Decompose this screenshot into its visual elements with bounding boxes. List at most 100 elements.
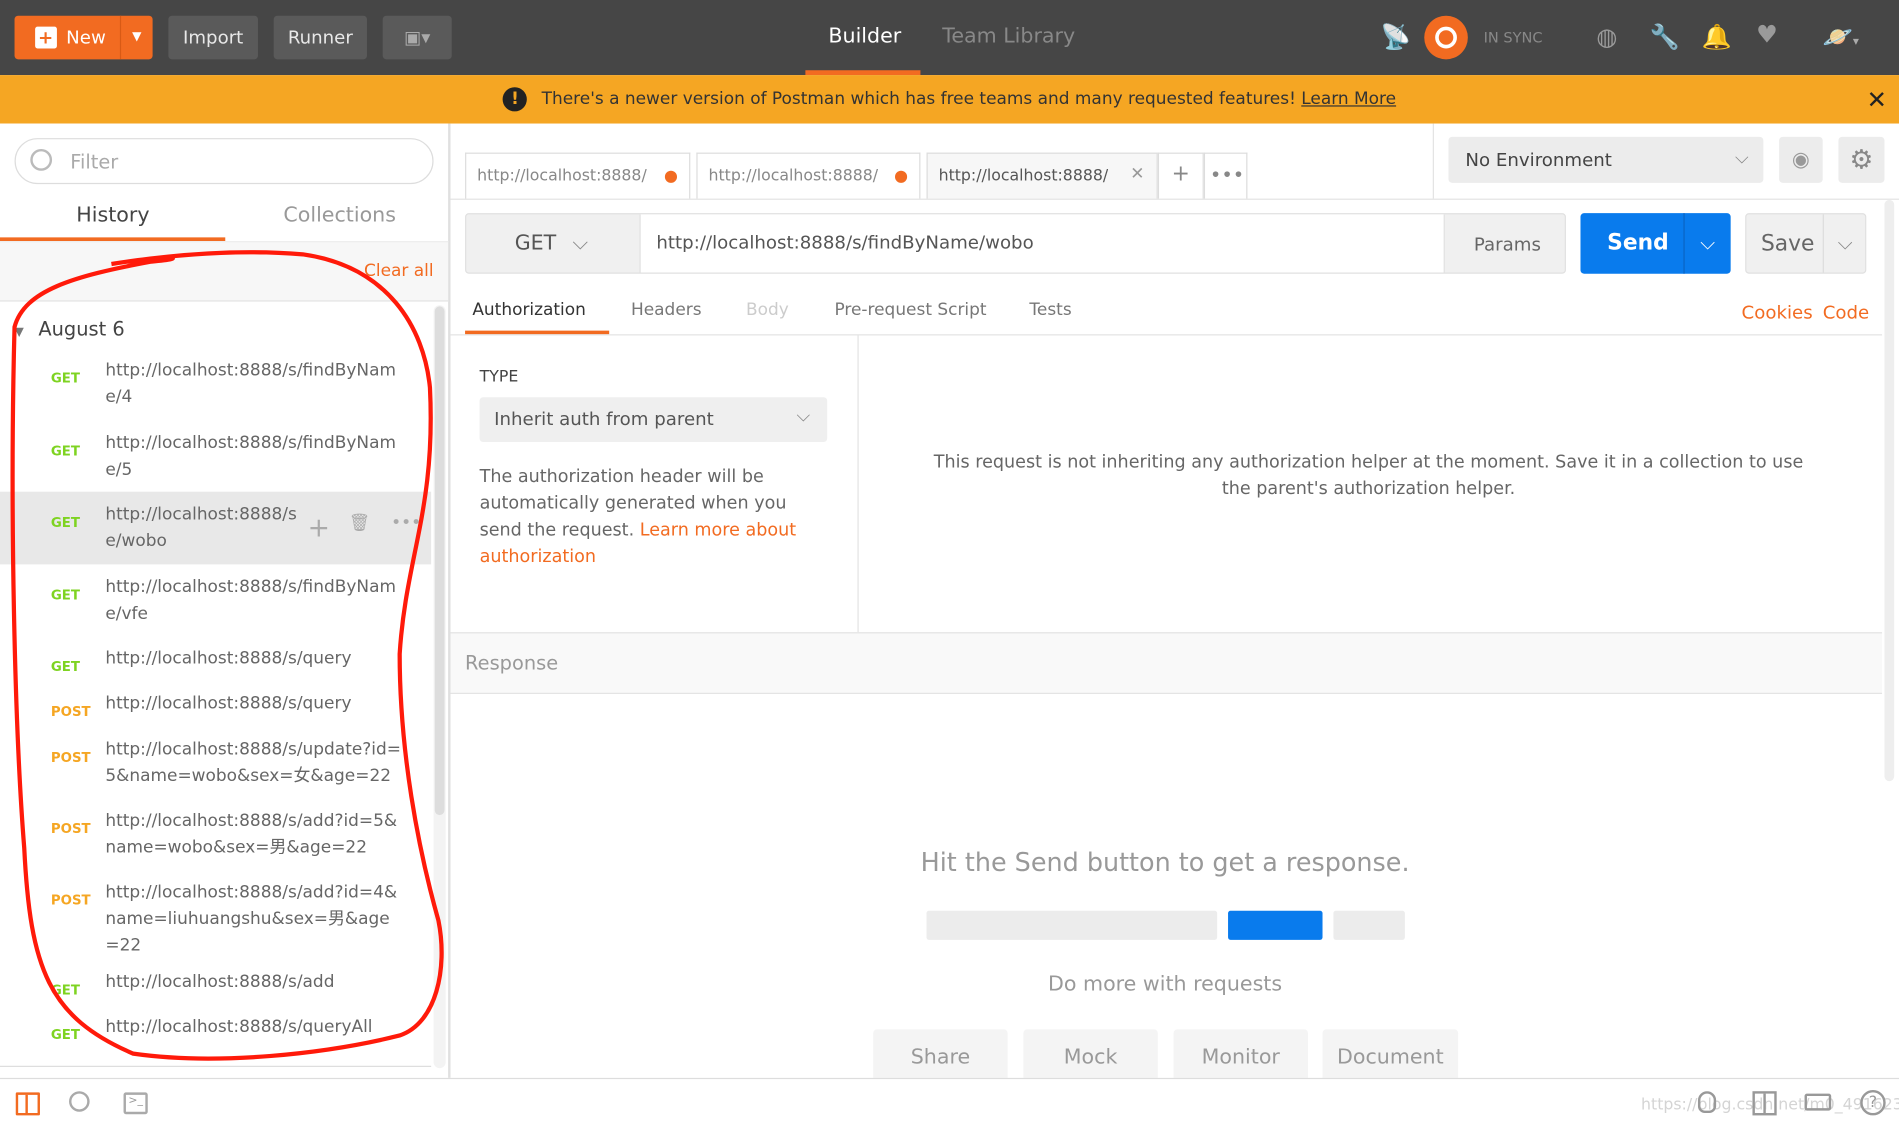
history-item[interactable]: GET http://localhost:8888/s/findByName/vf… [0, 576, 431, 644]
sidebar-toggle-icon[interactable] [15, 1092, 40, 1116]
caret-down-icon: ▼ [14, 325, 24, 340]
url-input[interactable]: http://localhost:8888/s/findByName/wobo [639, 214, 1445, 273]
send-dropdown-icon[interactable]: ⌵ [1683, 213, 1730, 274]
chevron-down-icon: ⌵ [1735, 146, 1749, 169]
history-item[interactable]: POST http://localhost:8888/s/add?id=5&nam… [0, 810, 431, 878]
environment-select[interactable]: No Environment ⌵ [1448, 136, 1764, 183]
history-url: http://localhost:8888/s/add [105, 972, 335, 992]
lightbulb-icon[interactable] [1697, 1091, 1717, 1114]
search-icon[interactable] [69, 1091, 90, 1112]
history-url: http://localhost:8888/s/update?id=5&name… [105, 739, 401, 787]
clear-all-link[interactable]: Clear all [364, 262, 434, 281]
top-bar: + New ▼ Import Runner ▣▾ Builder Team Li… [0, 0, 1899, 76]
tab-builder[interactable]: Builder [828, 24, 901, 48]
trash-icon[interactable]: 🗑 [349, 514, 371, 533]
add-icon[interactable]: + [308, 514, 330, 544]
divider [450, 198, 1899, 200]
divider [1432, 123, 1434, 199]
tab-history[interactable]: History [76, 203, 149, 227]
share-button[interactable]: Share [873, 1029, 1008, 1086]
method-badge: POST [50, 821, 91, 837]
code-link[interactable]: Code [1823, 302, 1870, 324]
wrench-icon[interactable]: 🔧 [1650, 22, 1680, 51]
request-tab[interactable]: http://localhost:8888/s [465, 152, 691, 199]
method-badge: GET [50, 370, 80, 387]
method-select[interactable]: GET ⌵ [466, 214, 639, 272]
request-tab-label: http://localhost:8888/s [708, 167, 879, 186]
close-tab-icon[interactable]: ✕ [1130, 165, 1144, 184]
add-tab-button[interactable]: + [1157, 152, 1204, 199]
import-button[interactable]: Import [168, 15, 258, 60]
history-url: http://localhost:8888/s/query [105, 693, 352, 714]
method-badge: GET [50, 1027, 80, 1043]
status-bar: >_ https://blog.csdn.net/m0_49162372 ? [0, 1077, 1899, 1125]
send-button[interactable]: Send ⌵ [1580, 213, 1731, 274]
filter-input[interactable]: Filter [14, 138, 434, 185]
console-icon[interactable]: >_ [123, 1092, 148, 1115]
new-dropdown-icon[interactable]: ▼ [119, 15, 153, 60]
more-tabs-button[interactable]: ••• [1203, 152, 1248, 199]
mock-button[interactable]: Mock [1023, 1029, 1158, 1086]
request-tab-label: http://localhost:8888/s [477, 167, 647, 186]
avatar[interactable]: 🪐▾ [1823, 22, 1859, 51]
help-icon[interactable]: ? [1860, 1089, 1886, 1116]
method-badge: POST [50, 749, 91, 766]
subtab-tests[interactable]: Tests [1029, 300, 1071, 319]
history-group-header[interactable]: ▼ August 6 [15, 317, 125, 340]
document-button[interactable]: Document [1322, 1029, 1459, 1086]
tab-collections[interactable]: Collections [283, 203, 396, 227]
params-button[interactable]: Params [1474, 234, 1541, 256]
method-badge: POST [50, 703, 91, 720]
save-button[interactable]: Save ⌵ [1745, 213, 1867, 274]
close-icon[interactable]: ✕ [1867, 85, 1887, 114]
response-title: Response [465, 651, 559, 675]
placeholder-bar [926, 910, 1218, 940]
history-item[interactable]: POST http://localhost:8888/s/update?id=5&… [0, 739, 431, 807]
runner-button[interactable]: Runner [273, 15, 367, 60]
auth-description: The authorization header will be automat… [480, 464, 831, 571]
subtab-headers[interactable]: Headers [631, 300, 702, 319]
new-button[interactable]: + New ▼ [14, 15, 153, 60]
two-pane-icon[interactable] [1752, 1091, 1777, 1116]
warning-icon: ! [502, 87, 528, 112]
new-window-button[interactable]: ▣▾ [382, 15, 452, 60]
scrollbar[interactable] [433, 305, 446, 1069]
history-toolbar: Clear all [0, 241, 449, 302]
method-badge: GET [50, 514, 80, 531]
satellite-icon[interactable]: 📡 [1381, 22, 1411, 51]
divider [857, 335, 859, 633]
globe-icon[interactable]: ◍ [1596, 22, 1617, 51]
history-item[interactable]: POST http://localhost:8888/s/add?id=4&nam… [0, 882, 431, 956]
history-url: http://localhost:8888/s/query [105, 649, 352, 669]
method-label: GET [514, 231, 557, 256]
cookies-link[interactable]: Cookies [1742, 302, 1813, 324]
history-item[interactable]: GET http://localhost:8888/s/findByName/5 [0, 432, 431, 500]
subtab-body[interactable]: Body [746, 300, 789, 319]
keyboard-icon[interactable] [1804, 1093, 1832, 1111]
request-tab[interactable]: http://localhost:8888/s [696, 152, 921, 199]
method-badge: GET [50, 982, 80, 998]
history-item[interactable]: GET http://localhost:8888/s/queryAll [0, 1016, 431, 1084]
save-dropdown-icon[interactable]: ⌵ [1822, 214, 1867, 273]
monitor-button[interactable]: Monitor [1173, 1029, 1308, 1086]
plus-icon: + [34, 26, 57, 49]
subtab-pre-request-script[interactable]: Pre-request Script [834, 300, 986, 319]
subtab-authorization[interactable]: Authorization [472, 300, 586, 319]
history-item[interactable]: GET http://localhost:8888/s/ e/wobo + 🗑 ••• [0, 491, 432, 565]
more-icon[interactable]: ••• [391, 514, 421, 533]
sidebar: Filter History Collections Clear all ▼ Au… [0, 123, 451, 1078]
heart-icon[interactable]: ♥ [1756, 19, 1778, 48]
unsaved-dot-icon [664, 170, 678, 183]
tab-team-library[interactable]: Team Library [942, 24, 1075, 48]
request-tab[interactable]: http://localhost:8888/s ✕ [926, 152, 1158, 199]
history-item[interactable]: GET http://localhost:8888/s/findByName/4 [0, 360, 431, 428]
auth-type-select[interactable]: Inherit auth from parent ⌵ [479, 397, 828, 443]
sync-icon[interactable] [1424, 15, 1468, 60]
bell-icon[interactable]: 🔔 [1702, 22, 1732, 51]
learn-more-link[interactable]: Learn More [1301, 90, 1396, 109]
eye-button[interactable]: ◉ [1779, 136, 1823, 183]
settings-button[interactable]: ⚙ [1838, 136, 1885, 183]
empty-response-message: Hit the Send button to get a response. [920, 847, 1410, 877]
main-scrollbar[interactable] [1884, 199, 1895, 782]
request-tab-label: http://localhost:8888/s [938, 167, 1109, 186]
